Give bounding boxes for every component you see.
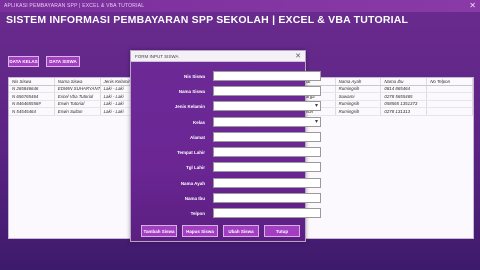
tgl-lahir-label: Tgl Lahir [186,165,205,170]
table-cell: N 846465556# [9,100,55,107]
jenis-kelamin-dropdown[interactable] [213,101,321,111]
table-cell: 0814 865464 [381,85,428,92]
nama-siswa-label: Nama Siswa [178,89,205,94]
column-header[interactable]: Nama Ibu [381,78,428,85]
table-cell: N 656765464 [9,93,55,100]
table-cell: EDWIN SUHARYANTO [55,85,101,92]
field-row-nis: Nis Siswa [131,71,321,82]
app-title: SISTEM INFORMASI PEMBAYARAN SPP SEKOLAH … [6,14,409,26]
data-siswa-button[interactable]: DATA SISWA [46,56,80,67]
nama-siswa-field[interactable] [213,86,321,96]
tempat-lahir-label: Tempat Lahir [177,150,205,155]
data-kelas-button[interactable]: DATA KELAS [8,56,39,67]
table-cell: Rumingsih [336,100,382,107]
dialog-titlebar: FORM INPUT SISWA ✕ [131,51,305,62]
nama-ibu-field[interactable] [213,193,321,203]
table-cell: Erwin Tutorial [55,100,101,107]
nama-ibu-label: Nama Ibu [184,196,205,201]
field-row-nama-ibu: Nama Ibu [131,193,321,204]
field-row-tempat-lahir: Tempat Lahir [131,147,321,158]
kelas-dropdown[interactable] [213,117,321,127]
jenis-kelamin-label: Jenis Kelamin [174,104,205,109]
alamat-field[interactable] [213,132,321,142]
table-cell: 0278 131313 [381,108,428,115]
tutup-button[interactable]: Tutup [264,225,300,237]
dialog-title: FORM INPUT SISWA [135,53,179,59]
table-cell: Suwarni [336,93,382,100]
table-cell: 058565 1351373 [381,100,428,107]
window-titlebar: APLIKASI PEMBAYARAN SPP | EXCEL & VBA TU… [0,0,480,12]
field-row-tgl-lahir: Tgl Lahir [131,162,321,173]
table-cell: N 265846646 [9,85,55,92]
field-row-kelas: Kelas [131,117,321,128]
ubah-siswa-button[interactable]: Ubah Siswa [223,225,259,237]
dialog-close-icon[interactable]: ✕ [295,52,301,60]
table-cell [427,85,473,92]
alamat-label: Alamat [189,135,205,140]
nama-ayah-field[interactable] [213,178,321,188]
field-row-telpon: Telpon [131,208,321,219]
hapus-siswa-button[interactable]: Hapus Siswa [182,225,218,237]
column-header[interactable]: Nis Siswa [9,78,55,85]
field-row-nama-ayah: Nama Ayah [131,178,321,189]
table-cell: Rumingsih [336,85,382,92]
table-cell [427,100,473,107]
window-title: APLIKASI PEMBAYARAN SPP | EXCEL & VBA TU… [4,3,145,9]
form-input-siswa-dialog: FORM INPUT SISWA ✕ Nis Siswa Nama Siswa … [130,50,321,242]
window-close-icon[interactable]: ✕ [469,1,476,11]
column-header[interactable]: Nama Siswa [55,78,101,85]
table-cell: N 54545464 [9,108,55,115]
table-cell [427,108,473,115]
table-cell: Excel Vba Tutorial [55,93,101,100]
table-cell: Erwin Sultan [55,108,101,115]
tgl-lahir-field[interactable] [213,162,321,172]
tambah-siswa-button[interactable]: Tambah Siswa [141,225,177,237]
field-row-jenis-kelamin: Jenis Kelamin [131,101,321,112]
column-header[interactable]: Nama Ayah [336,78,382,85]
telpon-label: Telpon [190,211,205,216]
telpon-field[interactable] [213,208,321,218]
kelas-label: Kelas [192,120,205,125]
table-cell [427,93,473,100]
table-cell: Rumingsih [336,108,382,115]
nis-label: Nis Siswa [183,74,205,79]
nama-ayah-label: Nama Ayah [180,181,205,186]
field-row-nama: Nama Siswa [131,86,321,97]
column-header[interactable]: No Telpon [427,78,473,85]
field-row-alamat: Alamat [131,132,321,143]
table-cell: 0278 5655465 [381,93,428,100]
tempat-lahir-field[interactable] [213,147,321,157]
nis-field[interactable] [213,71,321,81]
